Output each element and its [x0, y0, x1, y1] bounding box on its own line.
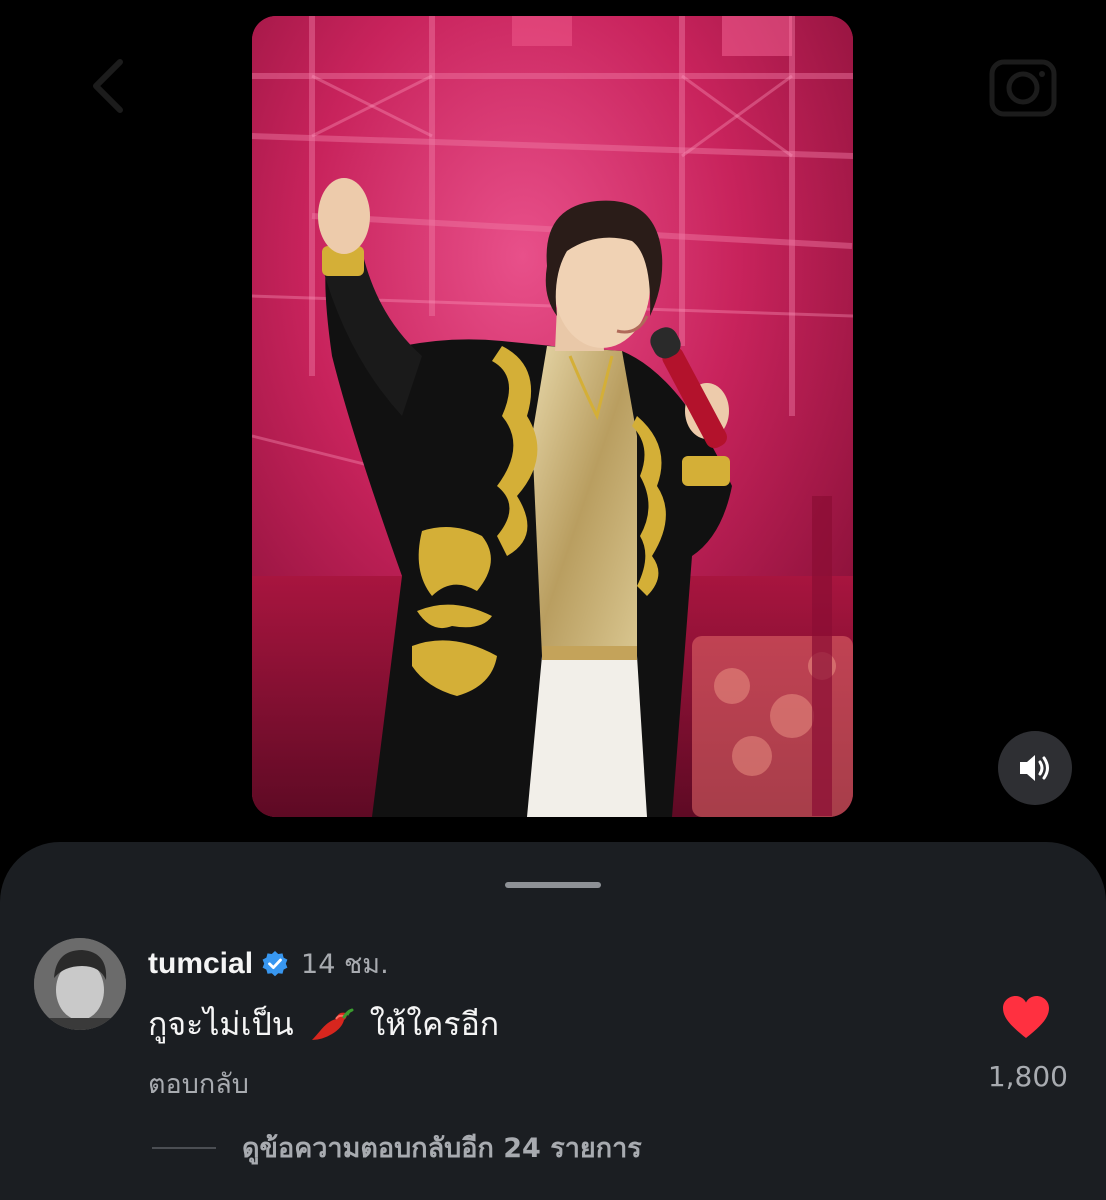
avatar[interactable]	[34, 938, 126, 1030]
replies-divider	[152, 1146, 216, 1149]
camera-icon	[989, 59, 1057, 117]
comment-text-before: กูจะไม่เป็น	[148, 1005, 294, 1043]
comments-sheet: tumcial 14 ชม. กูจะไม่เป็น ให้ใครอีก ตอบ…	[0, 842, 1106, 1200]
comment-view-screen: tumcial 14 ชม. กูจะไม่เป็น ให้ใครอีก ตอบ…	[0, 0, 1106, 1200]
back-button[interactable]	[84, 56, 136, 116]
verified-badge-icon	[262, 950, 288, 976]
heart-icon	[1003, 996, 1049, 1038]
comment-header: tumcial 14 ชม.	[148, 942, 389, 985]
performer-photo	[252, 16, 853, 817]
comment-timestamp: 14 ชม.	[301, 949, 389, 980]
view-more-replies-label: ดูข้อความตอบกลับอีก 24 รายการ	[242, 1133, 642, 1164]
comment-username[interactable]: tumcial	[148, 947, 253, 981]
avatar-photo	[34, 938, 126, 1030]
chevron-left-icon	[93, 59, 123, 113]
reply-button[interactable]: ตอบกลับ	[148, 1062, 249, 1105]
speaker-icon	[1020, 755, 1049, 781]
like-count: 1,800	[987, 1060, 1068, 1093]
sound-toggle-button[interactable]	[998, 731, 1072, 805]
comment-text: กูจะไม่เป็น ให้ใครอีก	[148, 999, 499, 1050]
camera-button[interactable]	[988, 52, 1058, 118]
sheet-grabber[interactable]	[505, 882, 601, 888]
like-button[interactable]	[1001, 994, 1051, 1040]
comment-text-after: ให้ใครอีก	[369, 1005, 500, 1043]
post-media[interactable]	[252, 16, 853, 817]
view-more-replies-button[interactable]: ดูข้อความตอบกลับอีก 24 รายการ	[152, 1126, 642, 1169]
chili-pepper-emoji	[311, 1008, 354, 1040]
